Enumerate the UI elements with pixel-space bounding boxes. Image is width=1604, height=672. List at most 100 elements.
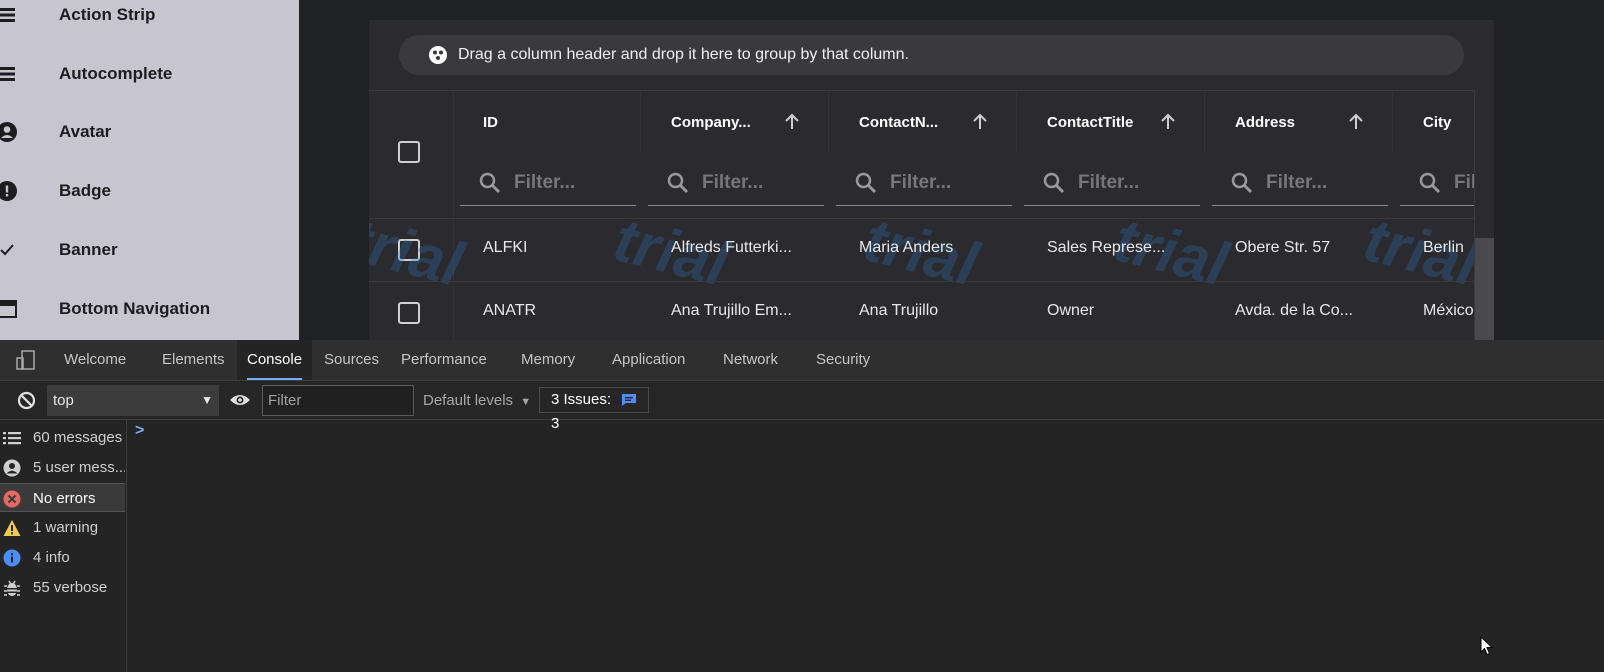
search-icon	[1419, 172, 1441, 194]
sidebar-item-label: 55 verbose	[33, 579, 108, 596]
console-prompt-chevron[interactable]: >	[135, 422, 144, 440]
search-icon	[479, 172, 501, 194]
arrow-up-icon[interactable]	[1345, 111, 1367, 133]
sidebar-item-errors[interactable]: No errors	[0, 483, 125, 512]
clear-console-icon[interactable]	[17, 391, 36, 410]
row-checkbox[interactable]	[398, 302, 420, 324]
app-viewport: Action Strip Autocomplete Avatar Badge B…	[0, 0, 1604, 340]
sidebar-item-all-messages[interactable]: 60 messages	[0, 423, 125, 452]
arrow-up-icon[interactable]	[1157, 111, 1179, 133]
cell-company: Ana Trujillo Em...	[671, 302, 792, 319]
filter-input-address[interactable]: Filter...	[1212, 161, 1388, 206]
sidebar-item-label: 5 user mess...	[33, 459, 125, 476]
tab-performance[interactable]: Performance	[391, 340, 497, 380]
search-icon	[1231, 172, 1253, 194]
sidebar-item-info[interactable]: 4 info	[0, 543, 125, 572]
sidebar-item-warnings[interactable]: 1 warning	[0, 513, 125, 542]
tab-elements[interactable]: Elements	[152, 340, 235, 380]
tab-security[interactable]: Security	[806, 340, 880, 380]
table-row[interactable]: ANATR Ana Trujillo Em... Ana Trujillo Ow…	[369, 281, 1474, 340]
filter-input-company[interactable]: Filter...	[648, 161, 824, 206]
filter-placeholder: Filter...	[514, 172, 576, 193]
filter-placeholder: Filter...	[1266, 172, 1328, 193]
sidebar-item-user-messages[interactable]: 5 user mess...	[0, 453, 125, 482]
console-message-sidebar: 60 messages 5 user mess... No errors 1 w…	[0, 420, 127, 672]
issues-count: 3	[551, 415, 560, 432]
cell-contact-name: Ana Trujillo	[859, 302, 939, 319]
filter-input-city[interactable]: Fil	[1400, 161, 1474, 206]
column-header-address[interactable]: Address	[1205, 91, 1393, 153]
sidebar-item-badge[interactable]: Badge	[0, 171, 299, 211]
filter-input-contact-title[interactable]: Filter...	[1024, 161, 1200, 206]
tab-console[interactable]: Console	[237, 340, 313, 380]
tab-welcome[interactable]: Welcome	[54, 340, 136, 380]
tab-memory[interactable]: Memory	[511, 340, 585, 380]
issues-counter-button[interactable]: 3 Issues: 3	[539, 387, 649, 432]
sidebar-item-autocomplete[interactable]: Autocomplete	[0, 54, 299, 94]
filter-placeholder: Filter...	[702, 172, 764, 193]
row-checkbox[interactable]	[398, 239, 420, 261]
component-sidebar: Action Strip Autocomplete Avatar Badge B…	[0, 0, 299, 340]
sidebar-item-action-strip[interactable]: Action Strip	[0, 0, 299, 35]
arrow-up-icon[interactable]	[969, 111, 991, 133]
devtools-panel: Welcome Elements Console Sources Perform…	[0, 340, 1604, 672]
console-filter-input[interactable]	[262, 385, 414, 416]
eye-icon[interactable]	[229, 392, 251, 408]
sidebar-item-bottom-navigation[interactable]: Bottom Navigation	[0, 289, 299, 329]
row-select-cell	[369, 219, 454, 282]
tab-network[interactable]: Network	[713, 340, 788, 380]
column-header-contact-title[interactable]: ContactTitle	[1017, 91, 1205, 153]
group-by-area[interactable]: Drag a column header and drop it here to…	[399, 35, 1464, 75]
context-value: top	[53, 392, 74, 409]
levels-label: Default levels	[423, 392, 514, 409]
sidebar-item-label: 1 warning	[33, 519, 99, 536]
error-icon	[3, 490, 21, 508]
column-title: ID	[483, 113, 498, 131]
sidebar-item-label: Badge	[59, 181, 111, 200]
table-row[interactable]: trial trial trial trial trial ALFKI Alfr…	[369, 205, 1484, 300]
device-toggle-icon[interactable]	[16, 350, 36, 370]
web-asset-icon	[0, 298, 18, 320]
column-header-company[interactable]: Company...	[641, 91, 829, 153]
error-circle-icon	[0, 180, 18, 202]
log-levels-dropdown[interactable]: Default levels ▼	[423, 385, 531, 416]
column-title: ContactTitle	[1047, 113, 1134, 131]
column-title: Company...	[671, 113, 751, 131]
sidebar-item-verbose[interactable]: 55 verbose	[0, 573, 125, 602]
info-icon	[3, 549, 21, 567]
sidebar-item-label: Autocomplete	[59, 64, 173, 83]
select-all-checkbox[interactable]	[398, 141, 420, 163]
data-grid: Drag a column header and drop it here to…	[369, 20, 1494, 340]
filter-placeholder: Fil	[1454, 172, 1474, 193]
column-header-city[interactable]: City	[1393, 91, 1474, 153]
tab-sources[interactable]: Sources	[314, 340, 389, 380]
cell-address: Obere Str. 57	[1235, 239, 1331, 256]
column-title: City	[1423, 113, 1452, 131]
vertical-scrollbar[interactable]	[1474, 90, 1494, 340]
message-icon	[622, 394, 637, 407]
filter-placeholder: Filter...	[1078, 172, 1140, 193]
sidebar-item-label: 4 info	[33, 549, 70, 566]
filter-input-contact-name[interactable]: Filter...	[836, 161, 1012, 206]
column-header-id[interactable]: ID	[453, 91, 641, 153]
sidebar-item-label: 60 messages	[33, 429, 123, 446]
cell-company: Alfreds Futterki...	[671, 239, 792, 256]
cell-id: ANATR	[483, 302, 537, 319]
mouse-cursor-icon	[1480, 636, 1494, 656]
sidebar-item-banner[interactable]: Banner	[0, 230, 299, 270]
cell-contact-name: Maria Anders	[859, 239, 954, 256]
sidebar-item-avatar[interactable]: Avatar	[0, 112, 299, 152]
tab-application[interactable]: Application	[602, 340, 695, 380]
cell-address: Avda. de la Co...	[1235, 302, 1353, 319]
filter-input-id[interactable]: Filter...	[460, 161, 636, 206]
cell-contact-title: Owner	[1047, 302, 1095, 319]
context-selector[interactable]: top ▼	[47, 385, 219, 416]
column-header-contact-name[interactable]: ContactN...	[829, 91, 1017, 153]
arrow-up-icon[interactable]	[781, 111, 803, 133]
list-icon	[3, 432, 21, 445]
select-column-header	[369, 91, 454, 219]
issues-label: 3 Issues:	[551, 391, 612, 408]
sidebar-item-label: No errors	[33, 490, 96, 507]
sidebar-item-label: Bottom Navigation	[59, 299, 211, 318]
scrollbar-thumb[interactable]	[1475, 238, 1494, 340]
